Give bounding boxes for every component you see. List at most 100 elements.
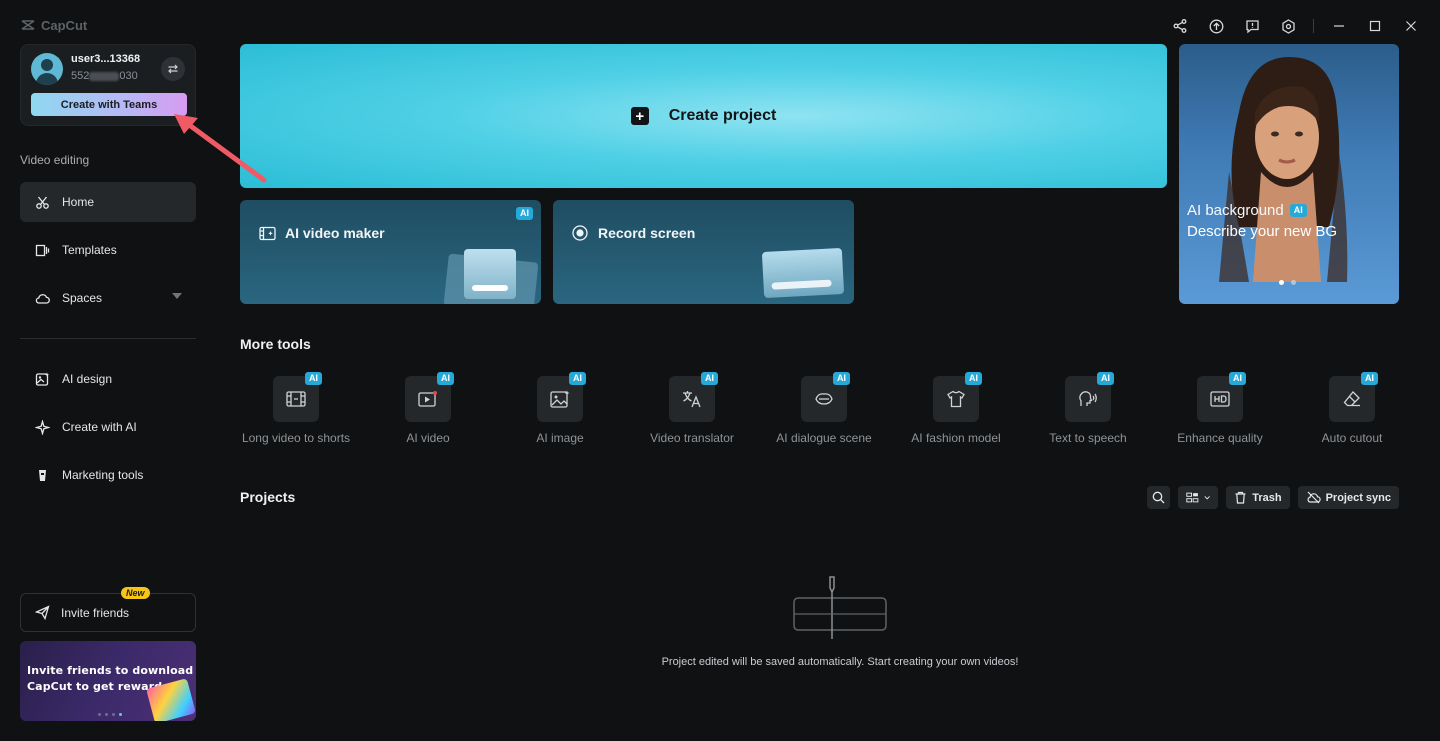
tool-label: AI video [406, 431, 450, 445]
annotation-arrow [174, 114, 267, 183]
tool-ai-dialogue-scene[interactable]: AI AI dialogue scene [758, 372, 890, 464]
project-sync-label: Project sync [1325, 491, 1391, 504]
sidebar-item-create-with-ai[interactable]: Create with AI [20, 407, 196, 447]
chevron-down-icon [1204, 495, 1210, 499]
video-editing-section-label: Video editing [20, 153, 90, 167]
share-icon[interactable] [1169, 15, 1191, 37]
tool-text-to-speech[interactable]: AI Text to speech [1022, 372, 1154, 464]
switch-account-button[interactable] [161, 57, 185, 81]
tool-label: AI image [536, 431, 584, 445]
ai-badge: AI [1361, 372, 1378, 385]
tool-auto-cutout[interactable]: AI Auto cutout [1286, 372, 1418, 464]
promo-carousel-dots [98, 713, 122, 716]
tool-label: Auto cutout [1321, 431, 1383, 445]
cloud-off-icon [1307, 491, 1321, 504]
swap-icon [168, 64, 178, 74]
carousel-dot-active[interactable] [119, 713, 122, 716]
carousel-dot-active[interactable] [1279, 280, 1284, 285]
ai-badge: AI [965, 372, 982, 385]
minimize-icon[interactable] [1328, 15, 1350, 37]
invite-friends-button[interactable]: Invite friends New [20, 587, 196, 632]
ai-badge: AI [569, 372, 586, 385]
tool-label: AI fashion model [911, 431, 1001, 445]
tool-label: Long video to shorts [241, 431, 351, 445]
ai-badge: AI [1229, 372, 1246, 385]
record-screen-card[interactable]: Record screen [553, 200, 854, 304]
sidebar-item-label: AI design [62, 372, 113, 386]
ai-badge: AI [1289, 204, 1307, 217]
settings-hexagon-icon[interactable] [1277, 15, 1299, 37]
view-toggle-button[interactable] [1178, 486, 1219, 509]
new-badge: New [121, 587, 150, 599]
sidebar-item-label: Create with AI [62, 420, 137, 434]
user-id-suffix: 030 [119, 70, 138, 82]
ai-background-subtitle: Describe your new BG [1187, 223, 1338, 240]
ai-badge: AI [516, 207, 533, 220]
create-project-card[interactable]: + Create project [240, 44, 1167, 188]
tool-video-translator[interactable]: AI Video translator [626, 372, 758, 464]
carousel-dot[interactable] [1291, 280, 1296, 285]
screen-thumbnail [761, 247, 845, 299]
marketing-icon [34, 467, 50, 483]
title-bar-separator [1313, 19, 1314, 33]
ai-video-maker-title: AI video maker [285, 225, 385, 241]
maximize-icon[interactable] [1364, 15, 1386, 37]
ai-badge: AI [833, 372, 850, 385]
avatar[interactable] [31, 53, 63, 85]
carousel-dot[interactable] [98, 713, 101, 716]
sidebar-item-templates[interactable]: Templates [20, 230, 196, 270]
sidebar-item-marketing-tools[interactable]: Marketing tools [20, 455, 196, 495]
sidebar-item-label: Spaces [62, 291, 103, 305]
carousel-dot[interactable] [105, 713, 108, 716]
title-bar: CapCut [0, 0, 1440, 44]
tool-enhance-quality[interactable]: AI Enhance quality [1154, 372, 1286, 464]
trash-icon [1235, 491, 1246, 504]
more-tools-row: AI Long video to shorts AI AI video AI A… [230, 372, 1418, 464]
ai-design-icon [34, 371, 50, 387]
tool-ai-image[interactable]: AI AI image [494, 372, 626, 464]
grid-view-icon [1186, 492, 1199, 503]
ai-background-banner[interactable]: AI background AI Describe your new BG [1179, 44, 1399, 304]
search-icon [1152, 491, 1165, 504]
sidebar-item-spaces[interactable]: Spaces [20, 278, 196, 318]
tool-ai-fashion-model[interactable]: AI AI fashion model [890, 372, 1022, 464]
ai-background-title: AI background AI [1187, 202, 1307, 219]
tool-ai-video[interactable]: AI AI video [362, 372, 494, 464]
record-icon [571, 224, 589, 242]
home-scissors-icon [34, 194, 50, 210]
tool-label: Text to speech [1049, 431, 1127, 445]
banner-carousel-dots [1279, 280, 1296, 285]
user-id-prefix: 552 [71, 70, 90, 82]
tool-label: Video translator [650, 431, 734, 445]
sidebar-item-home[interactable]: Home [20, 182, 196, 222]
sidebar-item-label: Home [62, 195, 95, 209]
trash-button[interactable]: Trash [1226, 486, 1290, 509]
create-with-teams-button[interactable]: Create with Teams [31, 93, 187, 116]
project-sync-button[interactable]: Project sync [1297, 486, 1399, 509]
empty-projects-message: Project edited will be saved automatical… [661, 656, 1019, 668]
invite-promo-banner[interactable]: Invite friends to download CapCut to get… [20, 641, 196, 721]
user-id: 552 030 [71, 70, 138, 82]
projects-toolbar: Trash Project sync [1147, 486, 1399, 509]
feedback-icon[interactable] [1241, 15, 1263, 37]
tool-label: Enhance quality [1177, 431, 1263, 445]
carousel-dot[interactable] [112, 713, 115, 716]
tool-long-video-to-shorts[interactable]: AI Long video to shorts [230, 372, 362, 464]
user-id-redacted [89, 71, 120, 81]
chevron-down-icon[interactable] [172, 293, 182, 299]
ai-badge: AI [1097, 372, 1114, 385]
portrait-illustration [1219, 57, 1348, 282]
close-icon[interactable] [1400, 15, 1422, 37]
user-name: user3...13368 [71, 53, 141, 65]
sidebar-item-ai-design[interactable]: AI design [20, 359, 196, 399]
ai-video-maker-card[interactable]: AI video maker AI [240, 200, 541, 304]
ai-badge: AI [701, 372, 718, 385]
invite-friends-label: Invite friends [61, 605, 130, 620]
sidebar-item-label: Marketing tools [62, 468, 144, 482]
more-tools-heading: More tools [240, 336, 311, 352]
upload-icon[interactable] [1205, 15, 1227, 37]
search-button[interactable] [1147, 486, 1171, 509]
tool-label: AI dialogue scene [776, 431, 872, 445]
plus-icon: + [630, 107, 649, 125]
empty-projects-illustration [793, 576, 887, 639]
